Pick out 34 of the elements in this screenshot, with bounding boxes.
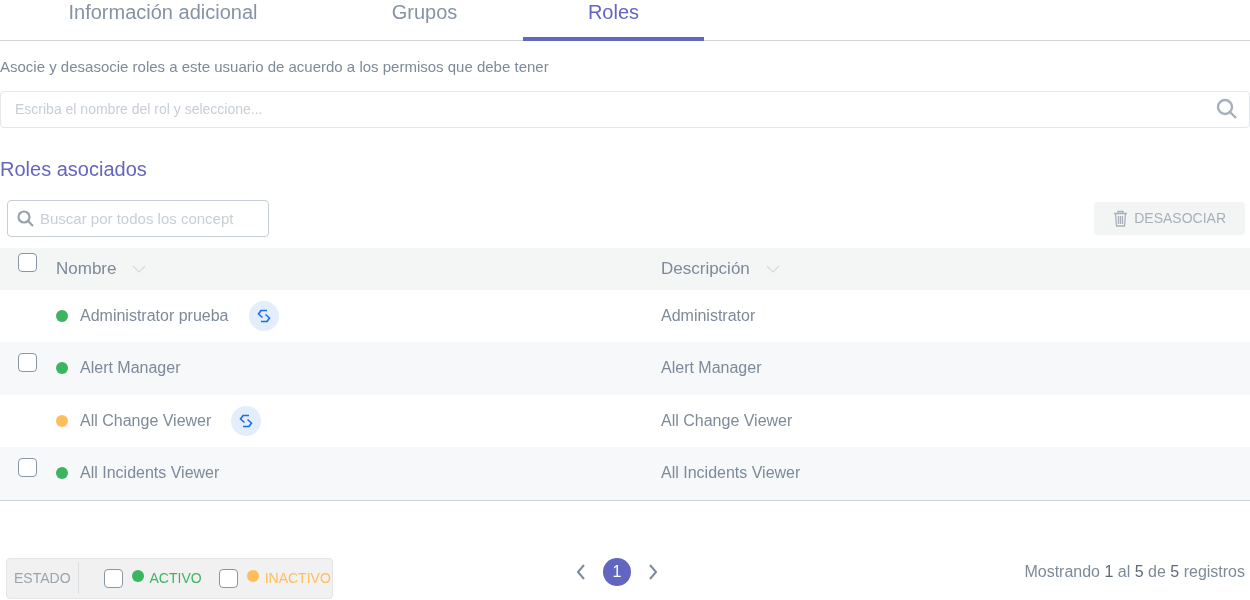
role-description: Alert Manager [661,358,762,379]
tab[interactable]: Información adicional [60,0,266,41]
previous-page-icon[interactable] [576,564,586,580]
records-summary: Mostrando 1 al 5 de 5 registros [1024,562,1245,582]
column-header[interactable]: Nombre [56,255,117,282]
search-icon [17,209,34,227]
status-filter-label: ESTADO [7,562,79,594]
status-label: INACTIVO [264,568,331,588]
column-header[interactable]: Descripción [661,255,750,282]
role-description: Administrator [661,305,756,326]
status-label: ACTIVO [149,568,202,588]
tab[interactable]: Grupos [334,0,515,41]
role-name: All Change Viewer [80,410,212,431]
table-row[interactable]: All Incidents Viewer All Incidents Viewer [0,447,1250,500]
tab[interactable]: Roles [523,0,704,41]
role-name: Administrator prueba [80,305,229,326]
role-name: All Incidents Viewer [80,463,220,484]
trash-icon [1113,209,1129,227]
sync-badge-icon [248,300,279,331]
intro-text: Asocie y desasocie roles a este usuario de acuerdo a los permisos que debe tener [0,57,550,77]
role-name: Alert Manager [80,358,181,379]
table-row[interactable]: Alert Manager Alert Manager [0,342,1250,395]
search-icon[interactable] [1216,97,1238,120]
sync-badge-icon [231,405,262,436]
role-description: All Change Viewer [661,410,793,431]
page-button[interactable]: 1 [603,558,631,586]
section-title: Roles asociados [0,156,148,182]
status-checkbox[interactable] [218,568,238,588]
row-checkbox[interactable] [18,353,37,373]
select-all-checkbox[interactable] [18,252,37,272]
row-checkbox[interactable] [18,458,37,478]
status-checkbox[interactable] [103,568,123,588]
role-description: All Incidents Viewer [661,463,801,484]
next-page-icon[interactable] [648,564,658,580]
